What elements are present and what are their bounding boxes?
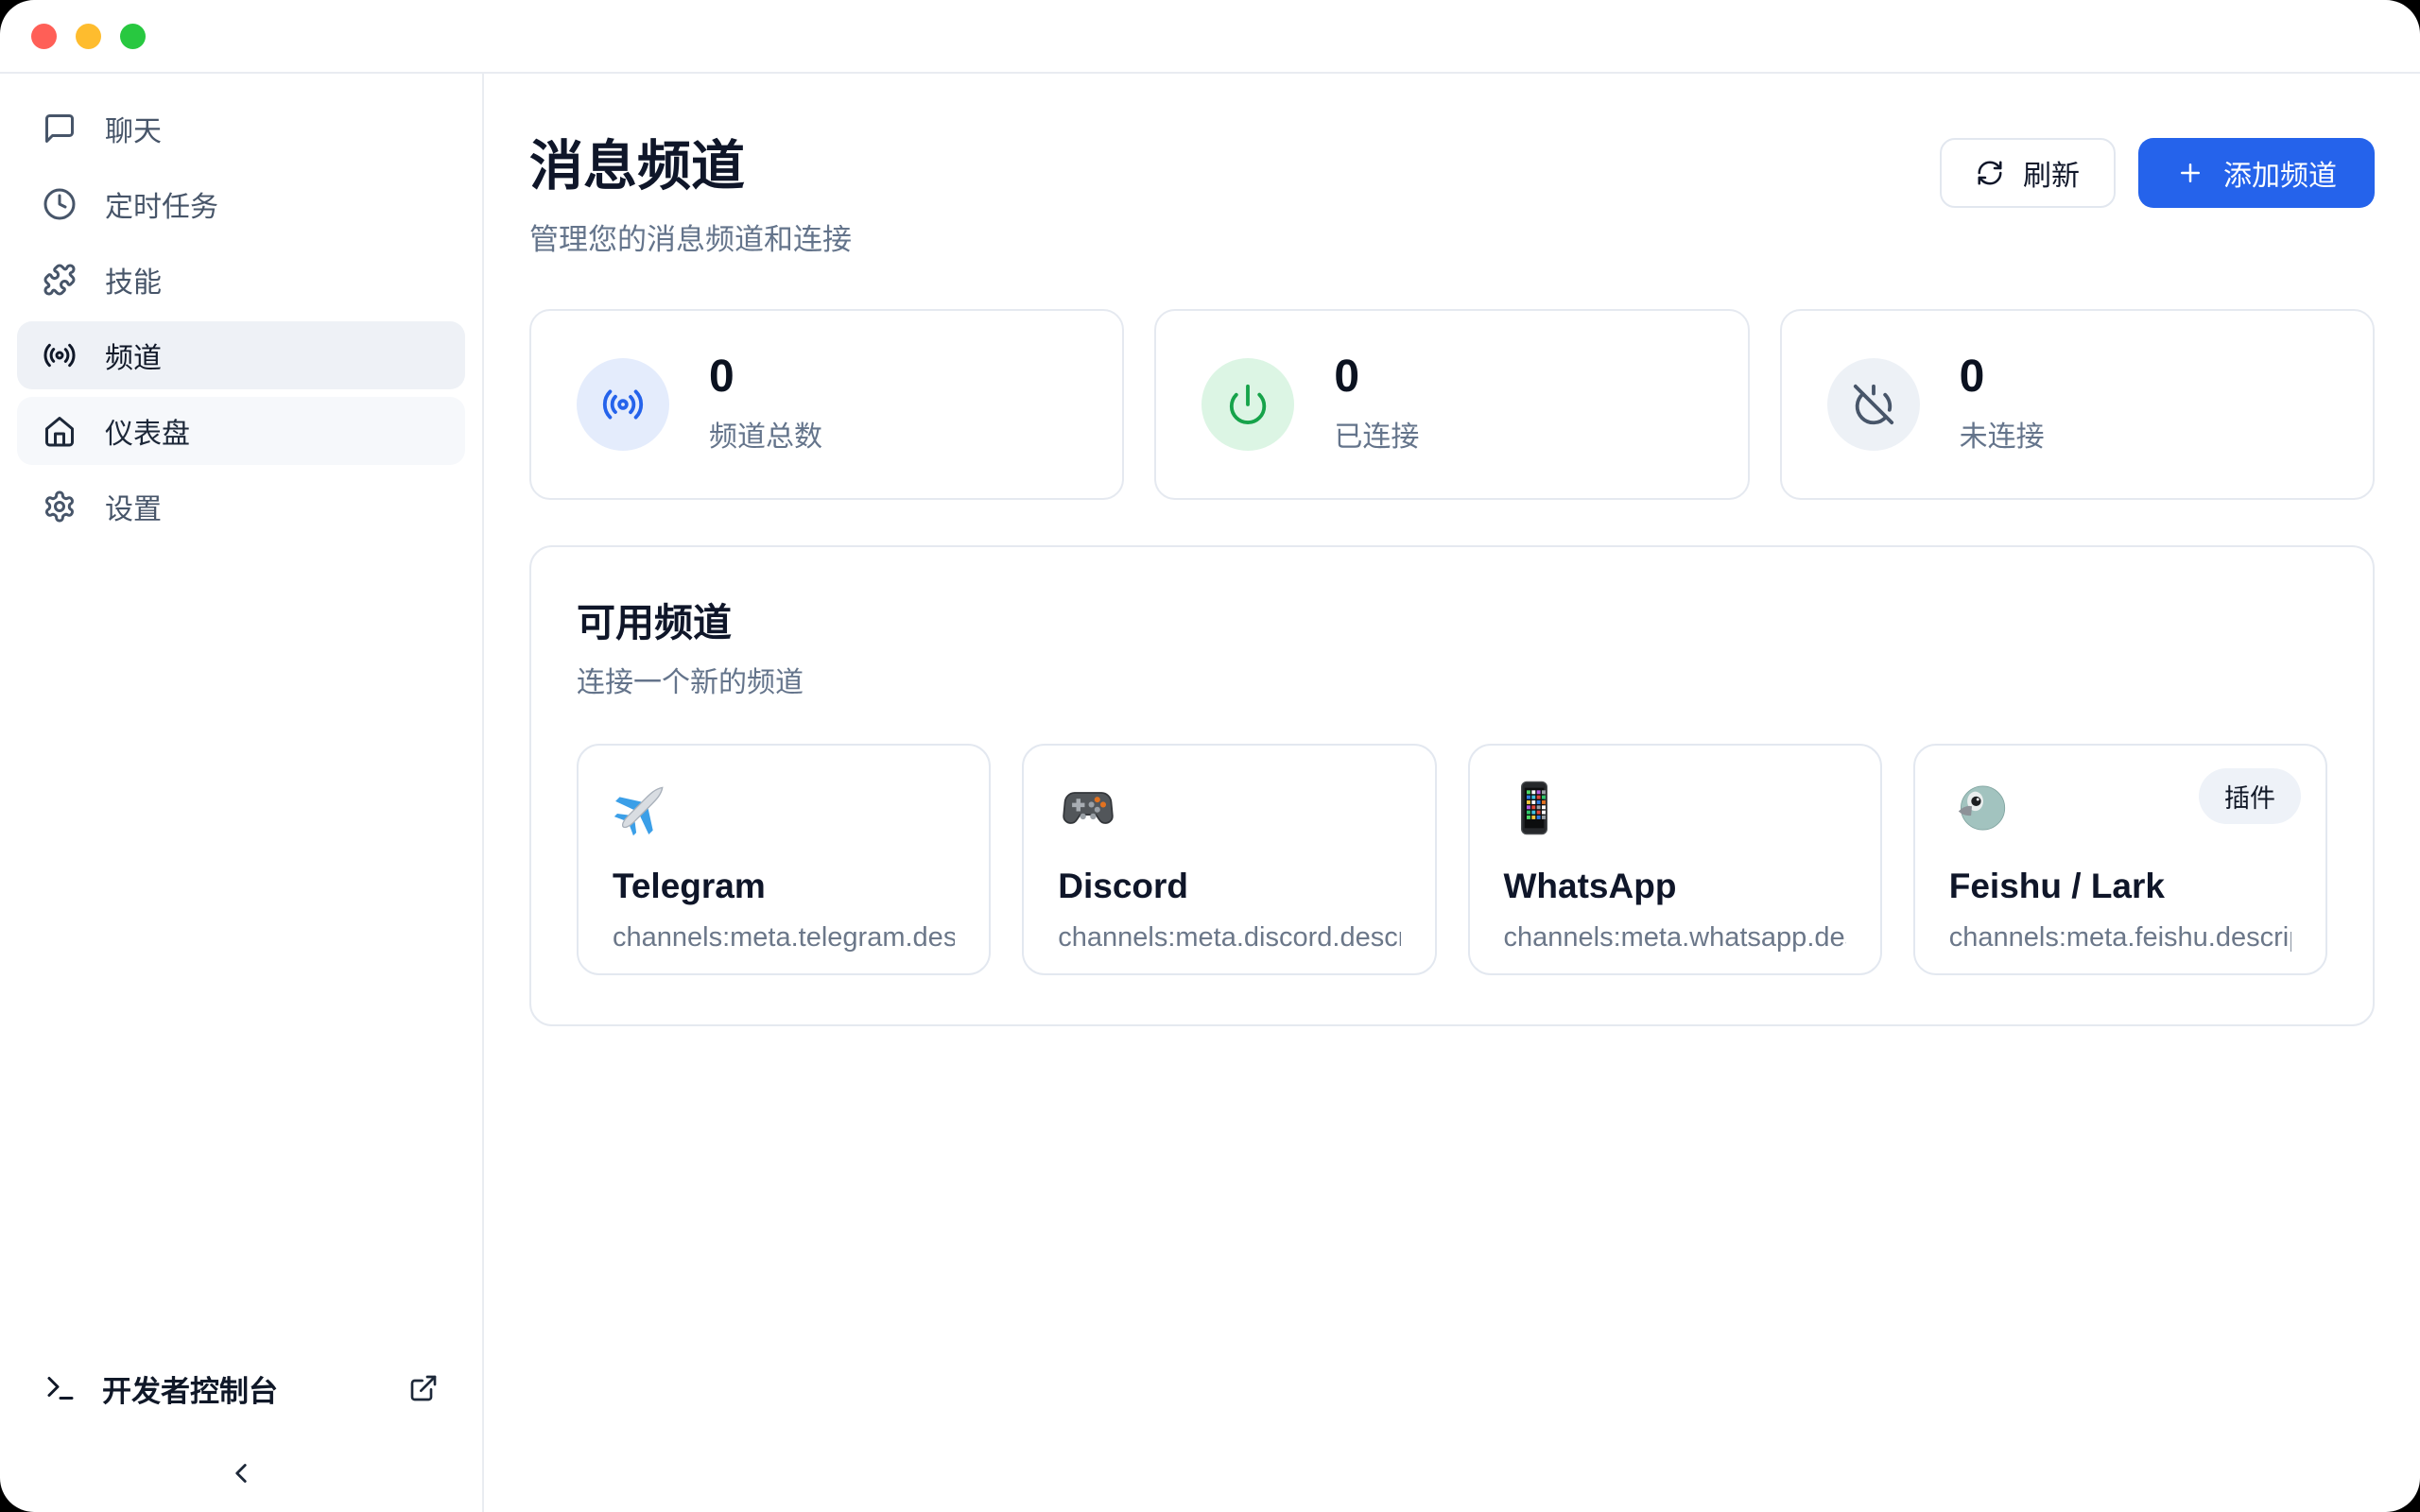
add-channel-button[interactable]: 添加频道 xyxy=(2138,138,2375,208)
external-link-icon[interactable] xyxy=(408,1373,439,1403)
channel-card-telegram[interactable]: Telegram channels:meta.telegram.descript… xyxy=(577,744,991,975)
available-channels-card: 可用频道 连接一个新的频道 xyxy=(529,545,2375,1026)
power-off-icon xyxy=(1827,358,1920,451)
main-content: 消息频道 管理您的消息频道和连接 刷新 xyxy=(484,74,2420,1512)
sidebar-item-label: 仪表盘 xyxy=(105,410,190,452)
available-channels-subtitle: 连接一个新的频道 xyxy=(577,659,2327,700)
home-icon xyxy=(43,414,77,448)
sidebar-item-skills[interactable]: 技能 xyxy=(17,246,465,314)
channel-grid: Telegram channels:meta.telegram.descript… xyxy=(577,744,2327,975)
stat-card-total-channels: 0 频道总数 xyxy=(529,309,1124,500)
page-title: 消息频道 xyxy=(529,123,852,200)
plugin-badge: 插件 xyxy=(2199,768,2301,824)
gear-icon xyxy=(43,490,77,524)
sidebar-item-channels[interactable]: 频道 xyxy=(17,321,465,389)
sidebar-item-dashboard[interactable]: 仪表盘 xyxy=(17,397,465,465)
channel-description: channels:meta.discord.description xyxy=(1058,922,1400,954)
radio-icon xyxy=(577,358,669,451)
airplane-icon xyxy=(613,776,955,840)
sidebar-item-label: 频道 xyxy=(105,335,162,376)
refresh-button[interactable]: 刷新 xyxy=(1940,138,2116,208)
channel-card-discord[interactable]: Discord channels:meta.discord.descriptio… xyxy=(1022,744,1436,975)
refresh-icon xyxy=(1976,159,2004,187)
stats-row: 0 频道总数 0 已连接 xyxy=(529,309,2375,500)
close-window-button[interactable] xyxy=(31,24,57,49)
power-icon xyxy=(1201,358,1294,451)
add-channel-button-label: 添加频道 xyxy=(2223,152,2337,194)
developer-console-link[interactable]: 开发者控制台 xyxy=(17,1351,465,1425)
app-window: 聊天 定时任务 技能 频道 xyxy=(0,0,2420,1512)
channel-description: channels:meta.feishu.description xyxy=(1949,922,2291,954)
page-subtitle: 管理您的消息频道和连接 xyxy=(529,215,852,258)
radio-icon xyxy=(43,338,77,372)
channel-card-feishu[interactable]: 插件 Feishu / Lark channels:meta.feis xyxy=(1913,744,2327,975)
sidebar-item-settings[interactable]: 设置 xyxy=(17,472,465,541)
sidebar-item-label: 设置 xyxy=(105,486,162,527)
channel-name: Feishu / Lark xyxy=(1949,867,2291,906)
sidebar-item-label: 定时任务 xyxy=(105,183,218,225)
channel-name: Telegram xyxy=(613,867,955,906)
plus-icon xyxy=(2176,159,2204,187)
stat-card-connected: 0 已连接 xyxy=(1154,309,1749,500)
terminal-icon xyxy=(43,1371,78,1405)
game-controller-icon xyxy=(1058,776,1400,840)
channel-card-whatsapp[interactable]: WhatsApp channels:meta.whatsapp.descript… xyxy=(1468,744,1882,975)
sidebar-item-scheduled-tasks[interactable]: 定时任务 xyxy=(17,170,465,238)
stat-label: 未连接 xyxy=(1960,413,2045,455)
sidebar: 聊天 定时任务 技能 频道 xyxy=(0,74,484,1512)
channel-description: channels:meta.telegram.description xyxy=(613,922,955,954)
channel-name: WhatsApp xyxy=(1504,867,1846,906)
puzzle-icon xyxy=(43,263,77,297)
chat-bubble-icon xyxy=(43,112,77,146)
stat-value: 0 xyxy=(1960,354,2045,400)
stat-label: 频道总数 xyxy=(709,413,822,455)
stat-value: 0 xyxy=(709,354,822,400)
zoom-window-button[interactable] xyxy=(120,24,146,49)
sidebar-item-label: 技能 xyxy=(105,259,162,301)
minimize-window-button[interactable] xyxy=(76,24,101,49)
available-channels-title: 可用频道 xyxy=(577,591,2327,647)
sidebar-item-label: 聊天 xyxy=(105,108,162,149)
stat-value: 0 xyxy=(1334,354,1419,400)
chevron-left-icon xyxy=(225,1457,257,1489)
clock-icon xyxy=(43,187,77,221)
channel-description: channels:meta.whatsapp.description xyxy=(1504,922,1846,954)
sidebar-item-chat[interactable]: 聊天 xyxy=(17,94,465,163)
stat-card-disconnected: 0 未连接 xyxy=(1780,309,2375,500)
sidebar-collapse-button[interactable] xyxy=(17,1425,465,1493)
window-titlebar xyxy=(0,0,2420,74)
refresh-button-label: 刷新 xyxy=(2023,152,2080,194)
stat-label: 已连接 xyxy=(1334,413,1419,455)
channel-name: Discord xyxy=(1058,867,1400,906)
developer-console-label: 开发者控制台 xyxy=(102,1367,278,1410)
mobile-phone-icon xyxy=(1504,776,1846,840)
